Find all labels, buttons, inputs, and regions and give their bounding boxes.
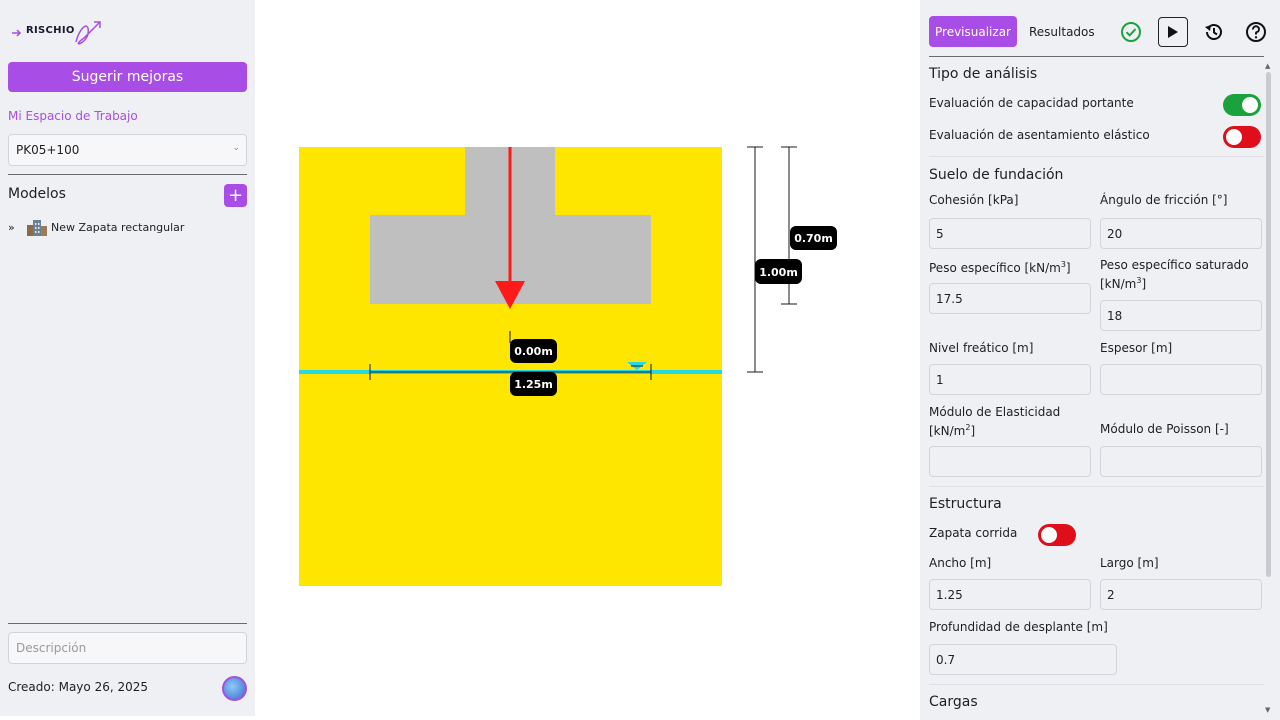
section-divider [929, 684, 1264, 685]
logo-text: RISCHIO [26, 25, 75, 36]
plus-icon: + [227, 184, 244, 206]
app-root: RISCHIO Sugerir mejoras Mi Espacio de Tr… [0, 0, 1280, 720]
check-circle-icon[interactable] [1120, 21, 1142, 43]
water-label-text: 1.00m [759, 266, 798, 279]
model-item-label: New Zapata rectangular [51, 220, 185, 234]
depth-label-text: 0.70m [794, 232, 833, 245]
elastic-modulus-input[interactable] [929, 446, 1091, 477]
soil-title: Suelo de fundación [929, 167, 1064, 183]
chevron-down-icon: ⌄ [232, 143, 240, 153]
workspace-select[interactable]: PK05+100 ⌄ [8, 134, 247, 166]
cohesion-label: Cohesión [kPa] [929, 193, 1019, 207]
workspace-label: Mi Espacio de Trabajo [8, 109, 138, 123]
water-table-input[interactable]: 1 [929, 364, 1091, 395]
thickness-input[interactable] [1100, 364, 1262, 395]
settlement-label: Evaluación de asentamiento elástico [929, 128, 1150, 142]
section-divider [929, 486, 1264, 487]
rischio-logo[interactable]: RISCHIO [10, 16, 110, 52]
thickness-label: Espesor [m] [1100, 341, 1173, 355]
model-item[interactable]: » New Zapata rectangular [8, 216, 184, 238]
expand-icon[interactable]: » [8, 221, 26, 234]
add-model-button[interactable]: + [224, 184, 247, 207]
zero-label-text: 0.00m [514, 345, 553, 358]
sat-weight-label: Peso específico saturado [kN/m3] [1100, 258, 1249, 291]
length-label: Largo [m] [1100, 556, 1159, 570]
depth-label: Profundidad de desplante [m] [929, 620, 1108, 634]
cohesion-input[interactable]: 5 [929, 218, 1091, 249]
water-label: 1.00m [755, 259, 802, 284]
zero-label: 0.00m [510, 339, 557, 363]
scroll-down-icon[interactable]: ▼ [1265, 706, 1270, 714]
sat-weight-input[interactable]: 18 [1100, 300, 1262, 331]
friction-label: Ángulo de fricción [°] [1100, 193, 1228, 207]
run-button[interactable] [1158, 17, 1188, 47]
building-icon [27, 220, 47, 236]
workspace-selected-value: PK05+100 [16, 143, 80, 157]
section-divider [929, 156, 1264, 157]
unit-weight-input[interactable]: 17.5 [929, 283, 1091, 314]
loads-title: Cargas [929, 694, 978, 710]
bearing-label: Evaluación de capacidad portante [929, 96, 1134, 110]
elastic-modulus-label: Módulo de Elasticidad [kN/m2] [929, 405, 1061, 438]
settlement-toggle[interactable] [1223, 126, 1261, 148]
history-icon[interactable] [1203, 21, 1225, 43]
width-input[interactable]: 1.25 [929, 579, 1091, 610]
created-date: Creado: Mayo 26, 2025 [8, 680, 149, 694]
help-icon[interactable] [1245, 21, 1267, 43]
depth-input[interactable]: 0.7 [929, 644, 1117, 675]
suggest-improvements-button[interactable]: Sugerir mejoras [8, 62, 247, 92]
right-panel: Previsualizar Resultados ▲ ▼ Tipo de aná… [920, 0, 1280, 720]
sidebar-bottom-divider [8, 623, 247, 624]
panel-header-divider [929, 56, 1264, 57]
tab-preview[interactable]: Previsualizar [929, 16, 1017, 47]
width-label: Ancho [m] [929, 556, 992, 570]
left-sidebar: RISCHIO Sugerir mejoras Mi Espacio de Tr… [0, 0, 255, 716]
unit-weight-label: Peso específico [kN/m3] [929, 260, 1071, 275]
tab-results[interactable]: Resultados [1029, 16, 1095, 47]
depth-label: 0.70m [790, 226, 837, 250]
scroll-up-icon[interactable]: ▲ [1265, 62, 1270, 70]
width-label: 1.25m [510, 372, 557, 396]
poisson-label: Módulo de Poisson [-] [1100, 422, 1229, 436]
footing-drawing: 0.70m 1.00m 0.00m 1.25m [299, 146, 837, 586]
models-title: Modelos [8, 186, 66, 202]
structure-title: Estructura [929, 496, 1002, 512]
bearing-toggle[interactable] [1223, 94, 1261, 116]
water-table-label: Nivel freático [m] [929, 341, 1034, 355]
width-label-text: 1.25m [514, 378, 553, 391]
user-avatar[interactable] [222, 676, 247, 701]
analysis-title: Tipo de análisis [929, 66, 1038, 82]
preview-canvas[interactable]: 0.70m 1.00m 0.00m 1.25m [255, 0, 920, 720]
poisson-input[interactable] [1100, 446, 1262, 477]
sidebar-divider [8, 174, 247, 175]
length-input[interactable]: 2 [1100, 579, 1262, 610]
panel-scrollbar-thumb[interactable] [1266, 72, 1271, 577]
play-icon [1168, 26, 1178, 38]
description-input[interactable]: Descripción [8, 632, 247, 664]
strip-footing-toggle[interactable] [1038, 524, 1076, 546]
strip-footing-label: Zapata corrida [929, 526, 1018, 540]
friction-input[interactable]: 20 [1100, 218, 1262, 249]
